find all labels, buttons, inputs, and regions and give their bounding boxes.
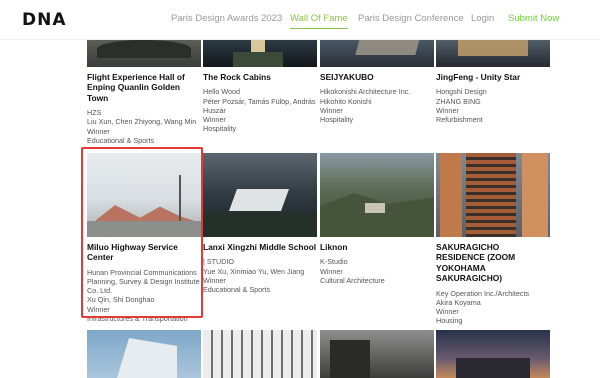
entry-category: Housing [436,316,463,326]
nav-login[interactable]: Login [471,13,494,24]
entry-studio: HZS [87,108,102,118]
entry-designers: Liu Xun, Chen Zhiyong, Wang Min [87,117,197,127]
entry-image[interactable] [87,330,201,378]
nav-paris-design-awards[interactable]: Paris Design Awards 2023 [171,13,282,24]
entry-title[interactable]: JingFeng - Unity Star [436,72,550,82]
entry-designers: ZHANG BING [436,96,481,106]
entry-award: Winner [436,307,459,317]
entry-category: Educational & Sports [203,285,271,295]
entry-award: Winner [436,105,459,115]
entry-image[interactable] [203,330,317,378]
entry-designers: Hikohito Konishi [320,96,372,106]
entry-card[interactable] [87,330,201,378]
entry-studio: Hunan Provincial Communications Planning… [87,267,200,296]
entry-studio: Key Operation Inc./Architects [436,288,530,298]
entry-image[interactable] [87,153,201,237]
entry-studio: Hongshi Design [436,87,487,97]
entry-image[interactable] [320,330,434,378]
entry-card[interactable] [436,330,550,378]
entry-card[interactable]: SAKURAGICHO RESIDENCE (ZOOM YOKOHAMA SAK… [436,153,550,325]
nav-wall-of-fame[interactable]: Wall Of Fame [290,13,348,29]
entry-title[interactable]: Liknon [320,242,434,252]
entry-card[interactable]: Miluo Highway Service Center Hunan Provi… [87,153,201,323]
entry-award: Winner [87,126,110,136]
entry-designers: Péter Pozsár, Tamás Fülöp, András Huszár [203,96,316,115]
nav-submit-now[interactable]: Submit Now [508,13,559,24]
entry-image[interactable] [320,153,434,237]
entry-title[interactable]: Flight Experience Hall of Enping Quanlin… [87,72,201,103]
entry-category: Hospitality [320,115,354,125]
entry-image[interactable] [436,330,550,378]
entry-title[interactable]: SAKURAGICHO RESIDENCE (ZOOM YOKOHAMA SAK… [436,242,550,284]
entry-studio: Hello Wood [203,87,241,97]
entry-title[interactable]: The Rock Cabins [203,72,317,82]
entry-card[interactable] [203,330,317,378]
entry-award: Winner [320,105,343,115]
entry-designers: Xu Qin, Shi Donghao [87,295,155,305]
nav-paris-design-conference[interactable]: Paris Design Conference [358,13,464,24]
site-header: DNA Paris Design Awards 2023 Wall Of Fam… [0,0,600,40]
entry-category: Cultural Architecture [320,275,385,285]
entry-category: Educational & Sports [87,135,155,145]
entry-category: Infrastructures & Transportation [87,313,188,323]
entry-award: Winner [320,266,343,276]
entry-category: Hospitality [203,124,237,134]
dna-logo[interactable]: DNA [22,10,67,30]
entry-image[interactable] [436,153,550,237]
entry-award: Winner [87,304,110,314]
entry-studio: Hikokonishi Architecture Inc. [320,87,411,97]
entry-title[interactable]: Lanxi Xingzhi Middle School [203,242,317,252]
entry-award: Winner [203,275,226,285]
entry-card[interactable]: Lanxi Xingzhi Middle School | STUDIO Yue… [203,153,317,294]
entry-studio: | STUDIO [203,257,235,267]
entry-studio: K-Studio [320,257,348,267]
entry-image[interactable] [203,153,317,237]
entry-title[interactable]: SEIJYAKUBO [320,72,434,82]
entry-award: Winner [203,115,226,125]
entry-designers: Akira Koyama [436,297,481,307]
entry-title[interactable]: Miluo Highway Service Center [87,242,201,263]
entry-card[interactable] [320,330,434,378]
entry-card[interactable]: Liknon K-Studio Winner Cultural Architec… [320,153,434,285]
entry-category: Refurbishment [436,115,483,125]
entry-designers: Yue Xu, Xinmiao Yu, Wen Jiang [203,266,305,276]
